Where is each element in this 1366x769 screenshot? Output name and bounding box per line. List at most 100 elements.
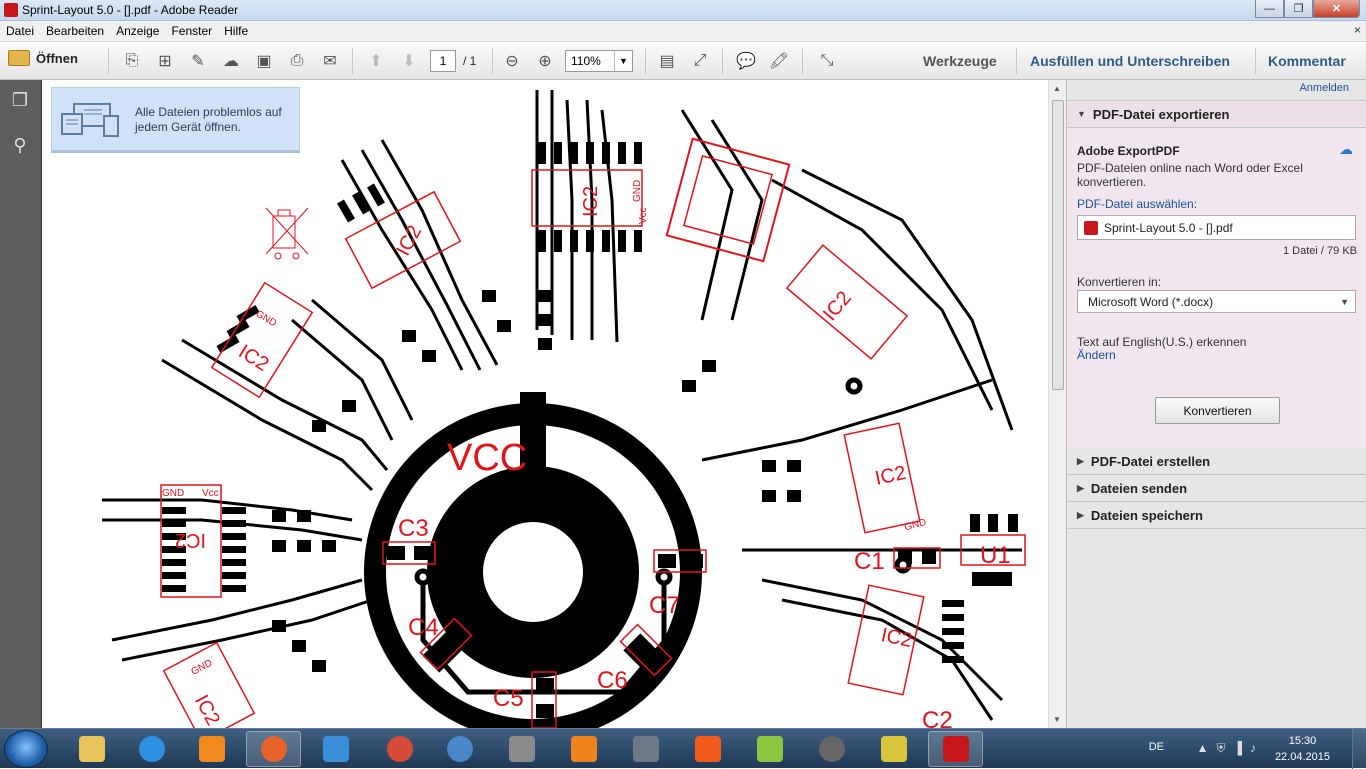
fill-sign-link[interactable]: Ausfüllen und Unterschreiben xyxy=(1030,53,1230,69)
combine-files-icon[interactable]: ⊞ xyxy=(154,50,176,72)
menu-bar: Datei Bearbeiten Anzeige Fenster Hilfe × xyxy=(0,21,1366,42)
show-desktop-button[interactable] xyxy=(1352,729,1366,769)
ic2-label: IC2 xyxy=(879,624,914,652)
taskbar-usb-tool[interactable] xyxy=(494,731,549,767)
taskbar-bascom-avr[interactable] xyxy=(866,731,921,767)
taskbar-vlc[interactable] xyxy=(556,731,611,767)
menu-datei[interactable]: Datei xyxy=(0,24,40,38)
triangle-right-icon: ▶ xyxy=(1077,482,1084,493)
toolbar-separator xyxy=(352,48,353,74)
chevron-down-icon: ▼ xyxy=(614,51,632,71)
taskbar-app3[interactable] xyxy=(742,731,797,767)
gnd-label: GND xyxy=(190,658,215,678)
devices-icon xyxy=(61,103,119,137)
pcb-label-c4: C4 xyxy=(408,614,439,641)
clock[interactable]: 15:30 22.04.2015 xyxy=(1275,733,1330,765)
convert-button[interactable]: Konvertieren xyxy=(1155,397,1280,424)
edit-icon[interactable]: ✎ xyxy=(187,50,209,72)
next-page-icon[interactable]: ⬇ xyxy=(398,50,420,72)
save-icon[interactable]: ▣ xyxy=(253,50,275,72)
cloud-icon[interactable]: ☁ xyxy=(1339,141,1355,157)
taskbar-adobe-reader[interactable] xyxy=(928,731,983,767)
adobe-reader-icon xyxy=(4,3,18,17)
send-files-title: Dateien senden xyxy=(1090,480,1188,496)
taskbar-explorer[interactable] xyxy=(64,731,119,767)
export-pdf-header[interactable]: ▼ PDF-Datei exportieren xyxy=(1067,101,1366,128)
promo-line-2: jedem Gerät öffnen. xyxy=(135,120,241,134)
zoom-out-icon[interactable]: ⊖ xyxy=(501,50,523,72)
toolbar-separator xyxy=(492,48,493,74)
page-total: / 1 xyxy=(463,54,477,68)
taskbar-thunderbird[interactable] xyxy=(432,731,487,767)
minimize-button[interactable]: — xyxy=(1255,0,1284,18)
select-file-label: PDF-Datei auswählen: xyxy=(1077,197,1198,211)
comment-link[interactable]: Kommentar xyxy=(1268,53,1346,69)
page-number-input[interactable]: 1 xyxy=(430,50,456,72)
export-pdf-section: ▼ PDF-Datei exportieren Adobe ExportPDF … xyxy=(1067,100,1366,455)
fullscreen-icon[interactable]: ⤡ xyxy=(816,50,838,72)
scrollbar-thumb[interactable] xyxy=(1052,100,1064,390)
menu-fenster[interactable]: Fenster xyxy=(165,24,218,38)
clock-time: 15:30 xyxy=(1288,735,1317,747)
taskbar-klipfolio[interactable] xyxy=(680,731,735,767)
vcc-label: VCC xyxy=(447,437,527,479)
menu-hilfe[interactable]: Hilfe xyxy=(218,24,254,38)
format-select[interactable]: Microsoft Word (*.docx) ▼ xyxy=(1077,290,1356,313)
security-icon[interactable]: ⛨ xyxy=(1216,741,1225,756)
volume-icon[interactable]: ♪ xyxy=(1250,741,1256,756)
change-language-link[interactable]: Ändern xyxy=(1077,348,1116,362)
tools-link[interactable]: Werkzeuge xyxy=(923,53,997,69)
zoom-in-icon[interactable]: ⊕ xyxy=(534,50,556,72)
upload-cloud-icon[interactable]: ☁ xyxy=(220,50,242,72)
promo-banner[interactable]: Alle Dateien problemlos auf jedem Gerät … xyxy=(51,87,300,153)
comment-icon[interactable]: 💬 xyxy=(735,50,757,72)
create-pdf-header[interactable]: ▶ PDF-Datei erstellen xyxy=(1067,448,1366,475)
maximize-button[interactable]: ❐ xyxy=(1284,0,1313,18)
email-icon[interactable]: ✉ xyxy=(319,50,341,72)
language-indicator[interactable]: DE xyxy=(1149,741,1164,753)
triangle-down-icon: ▼ xyxy=(1077,109,1086,119)
print-icon[interactable]: ⎙ xyxy=(286,50,308,72)
send-files-header[interactable]: ▶ Dateien senden xyxy=(1067,475,1366,502)
taskbar-media-player[interactable] xyxy=(184,731,239,767)
menu-bearbeiten[interactable]: Bearbeiten xyxy=(40,24,110,38)
taskbar-app2[interactable] xyxy=(618,731,673,767)
close-document-icon[interactable]: × xyxy=(1348,24,1361,36)
taskbar-app4[interactable] xyxy=(804,731,859,767)
menu-anzeige[interactable]: Anzeige xyxy=(110,24,165,38)
ocr-language-text: Text auf English(U.S.) erkennen xyxy=(1077,335,1247,349)
open-button[interactable]: Öffnen xyxy=(8,50,78,66)
scroll-up-icon[interactable]: ▲ xyxy=(1053,84,1061,93)
attachments-icon[interactable]: ⚲ xyxy=(10,134,30,156)
highlight-icon[interactable]: 🖍 xyxy=(768,50,790,72)
taskbar-outlook[interactable] xyxy=(308,731,363,767)
create-pdf-icon[interactable]: ⎘ xyxy=(121,50,143,72)
pages-icon[interactable]: ❐ xyxy=(10,89,30,111)
login-link[interactable]: Anmelden xyxy=(1299,82,1349,94)
system-tray: ▲ ⛨ ▐ ♪ xyxy=(1197,741,1256,756)
create-pdf-title: PDF-Datei erstellen xyxy=(1090,453,1211,469)
selected-file[interactable]: Sprint-Layout 5.0 - [].pdf xyxy=(1077,215,1356,240)
taskbar-app[interactable] xyxy=(372,731,427,767)
fit-width-icon[interactable]: ⤢ xyxy=(689,50,711,72)
show-hidden-icons-icon[interactable]: ▲ xyxy=(1197,741,1209,756)
pcb-label-c1: C1 xyxy=(854,548,885,575)
taskbar-firefox[interactable] xyxy=(246,731,301,767)
start-button[interactable] xyxy=(4,730,48,768)
scroll-down-icon[interactable]: ▼ xyxy=(1053,715,1061,724)
vertical-scrollbar[interactable]: ▲ ▼ xyxy=(1048,80,1066,728)
previous-page-icon[interactable]: ⬆ xyxy=(365,50,387,72)
document-view[interactable]: VCC C3 C4 C5 C6 C7 C1 U1 C2 IC2 IC2 IC2 … xyxy=(42,80,1048,728)
vcc-small-label: Vcc xyxy=(638,207,649,224)
pdf-file-icon xyxy=(1084,221,1098,235)
toolbar-separator xyxy=(802,48,803,74)
taskbar-internet-explorer[interactable] xyxy=(124,731,179,767)
close-button[interactable]: ✕ xyxy=(1313,0,1360,18)
fit-page-icon[interactable]: ▤ xyxy=(656,50,678,72)
title-bar: Sprint-Layout 5.0 - [].pdf - Adobe Reade… xyxy=(0,0,1366,21)
folder-icon xyxy=(8,50,30,66)
network-icon[interactable]: ▐ xyxy=(1233,741,1242,756)
format-value: Microsoft Word (*.docx) xyxy=(1088,294,1214,309)
zoom-select[interactable]: 110% ▼ xyxy=(565,50,633,72)
save-files-header[interactable]: ▶ Dateien speichern xyxy=(1067,502,1366,529)
